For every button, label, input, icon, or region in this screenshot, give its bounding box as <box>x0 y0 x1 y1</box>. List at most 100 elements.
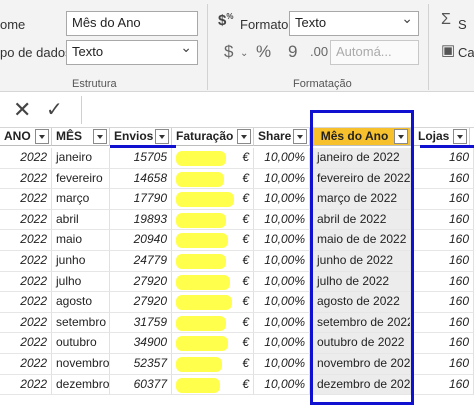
cell-share[interactable]: 10,00% <box>254 230 310 251</box>
column-header-faturacao[interactable]: Faturação <box>172 128 254 146</box>
cell-faturacao[interactable]: € <box>172 312 254 334</box>
column-header-envios[interactable]: Envios <box>110 128 172 146</box>
cell-share[interactable]: 10,00% <box>254 333 310 354</box>
cell-mes[interactable]: julho <box>52 271 110 293</box>
cell-lojas[interactable]: 160 <box>414 189 474 210</box>
cell-faturacao[interactable]: € <box>172 148 254 169</box>
cell-envios[interactable]: 14658 <box>110 168 172 190</box>
cell-envios[interactable]: 27920 <box>110 292 172 313</box>
cell-faturacao[interactable]: € <box>172 271 254 293</box>
cell-mes[interactable]: outubro <box>52 333 110 354</box>
cell-faturacao[interactable]: € <box>172 354 254 375</box>
format-select[interactable]: Texto <box>289 11 419 36</box>
cell-ano[interactable]: 2022 <box>0 374 52 396</box>
cell-lojas[interactable]: 160 <box>414 230 474 251</box>
cell-lojas[interactable]: 160 <box>414 209 474 231</box>
cell-lojas[interactable]: 160 <box>414 312 474 334</box>
cell-mes[interactable]: novembro <box>52 354 110 375</box>
cell-faturacao[interactable]: € <box>172 333 254 354</box>
cell-faturacao[interactable]: € <box>172 189 254 210</box>
cell-ano[interactable]: 2022 <box>0 312 52 334</box>
cell-share[interactable]: 10,00% <box>254 209 310 231</box>
currency-icon[interactable]: $ <box>224 42 233 62</box>
cell-mes[interactable]: agosto <box>52 292 110 313</box>
cell-lojas[interactable]: 160 <box>414 168 474 190</box>
cell-faturacao[interactable]: € <box>172 251 254 272</box>
cell-share[interactable]: 10,00% <box>254 271 310 293</box>
cell-mes[interactable]: junho <box>52 251 110 272</box>
cell-faturacao[interactable]: € <box>172 374 254 396</box>
cell-share[interactable]: 10,00% <box>254 374 310 396</box>
cell-mes[interactable]: fevereiro <box>52 168 110 190</box>
summarize-icon[interactable]: Σ <box>441 11 451 29</box>
cell-ano[interactable]: 2022 <box>0 230 52 251</box>
cell-lojas[interactable]: 160 <box>414 271 474 293</box>
cell-ano[interactable]: 2022 <box>0 292 52 313</box>
cell-share[interactable]: 10,00% <box>254 251 310 272</box>
cell-envios[interactable]: 20940 <box>110 230 172 251</box>
cell-envios[interactable]: 60377 <box>110 374 172 396</box>
filter-dropdown-icon[interactable] <box>155 129 169 144</box>
filter-dropdown-icon[interactable] <box>453 129 467 144</box>
cell-envios[interactable]: 27920 <box>110 271 172 293</box>
cell-mes[interactable]: janeiro <box>52 148 110 169</box>
cell-ano[interactable]: 2022 <box>0 189 52 210</box>
column-header-ano[interactable]: ANO <box>0 128 52 146</box>
cell-envios[interactable]: 15705 <box>110 148 172 169</box>
cell-mes[interactable]: setembro <box>52 312 110 334</box>
cell-lojas[interactable]: 160 <box>414 333 474 354</box>
cancel-edit-icon[interactable]: ✕ <box>13 97 31 123</box>
cell-faturacao[interactable]: € <box>172 230 254 251</box>
cell-lojas[interactable]: 160 <box>414 251 474 272</box>
cell-lojas[interactable]: 160 <box>414 292 474 313</box>
cell-lojas[interactable]: 160 <box>414 148 474 169</box>
filter-dropdown-icon[interactable] <box>293 129 307 144</box>
cell-ano[interactable]: 2022 <box>0 333 52 354</box>
cell-mes[interactable]: abril <box>52 209 110 231</box>
cell-share[interactable]: 10,00% <box>254 189 310 210</box>
filter-dropdown-icon[interactable] <box>237 129 251 144</box>
cell-text: abril <box>56 211 79 226</box>
cell-mes[interactable]: março <box>52 189 110 210</box>
filter-dropdown-icon[interactable] <box>93 129 107 144</box>
cell-share[interactable]: 10,00% <box>254 168 310 190</box>
cell-share[interactable]: 10,00% <box>254 148 310 169</box>
decimal-places-input[interactable]: Automá... <box>330 40 419 65</box>
data-type-select[interactable]: Texto <box>66 40 198 65</box>
cell-envios[interactable]: 31759 <box>110 312 172 334</box>
cell-envios[interactable]: 34900 <box>110 333 172 354</box>
cell-envios[interactable]: 24779 <box>110 251 172 272</box>
cell-lojas[interactable]: 160 <box>414 374 474 396</box>
cell-lojas[interactable]: 160 <box>414 354 474 375</box>
cell-ano[interactable]: 2022 <box>0 148 52 169</box>
column-header-mes[interactable]: MÊS <box>52 128 110 146</box>
column-header-share[interactable]: Share <box>254 128 310 146</box>
cell-envios[interactable]: 52357 <box>110 354 172 375</box>
cell-ano[interactable]: 2022 <box>0 251 52 272</box>
cell-mes[interactable]: maio <box>52 230 110 251</box>
cell-ano[interactable]: 2022 <box>0 271 52 293</box>
cell-envios[interactable]: 19893 <box>110 209 172 231</box>
cell-text: 10,00% <box>264 356 305 370</box>
cell-share[interactable]: 10,00% <box>254 292 310 313</box>
column-header-lojas[interactable]: Lojas <box>414 128 470 146</box>
cell-share[interactable]: 10,00% <box>254 354 310 375</box>
cell-mes[interactable]: dezembro <box>52 374 110 396</box>
cell-text: novembro <box>56 356 110 370</box>
cell-ano[interactable]: 2022 <box>0 354 52 375</box>
commit-edit-icon[interactable]: ✓ <box>46 97 63 122</box>
column-name-input[interactable]: Mês do Ano <box>66 11 198 36</box>
cell-share[interactable]: 10,00% <box>254 312 310 334</box>
chevron-down-icon[interactable]: ⌄ <box>240 48 248 59</box>
category-icon[interactable]: ▣ <box>441 41 455 59</box>
cell-ano[interactable]: 2022 <box>0 168 52 190</box>
cell-faturacao[interactable]: € <box>172 292 254 313</box>
cell-ano[interactable]: 2022 <box>0 209 52 231</box>
percent-icon[interactable]: % <box>256 42 271 62</box>
cell-envios[interactable]: 17790 <box>110 189 172 210</box>
cell-faturacao[interactable]: € <box>172 168 254 190</box>
cell-faturacao[interactable]: € <box>172 209 254 231</box>
filter-dropdown-icon[interactable] <box>35 129 49 144</box>
comma-style-icon[interactable]: 9 <box>288 42 297 62</box>
decimal-icon[interactable]: .00 <box>310 44 328 59</box>
